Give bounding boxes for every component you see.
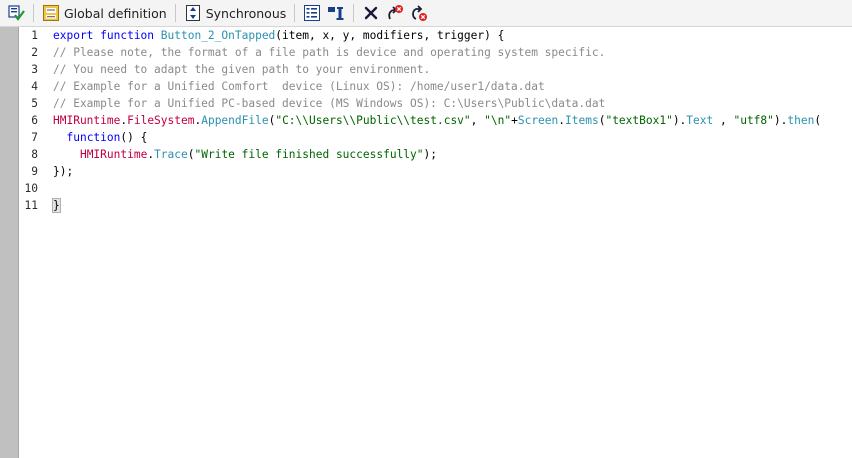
code-token: "C:\\Users\\Public\\test.csv" bbox=[275, 114, 471, 127]
line-number: 10 bbox=[24, 182, 38, 195]
code-token: ( bbox=[187, 148, 195, 161]
code-token: } bbox=[52, 198, 61, 213]
format-code-icon bbox=[304, 5, 321, 21]
code-line[interactable]: } bbox=[52, 197, 61, 214]
line-number: 11 bbox=[24, 199, 38, 212]
format-code-button[interactable] bbox=[300, 2, 324, 24]
close-icon bbox=[365, 6, 378, 20]
code-token: ). bbox=[672, 114, 687, 127]
global-definition-icon bbox=[43, 5, 59, 21]
code-token: // You need to adapt the given path to y… bbox=[53, 63, 431, 76]
check-syntax-button[interactable] bbox=[4, 2, 28, 24]
code-token: }); bbox=[53, 165, 74, 178]
code-line[interactable]: // Please note, the format of a file pat… bbox=[53, 44, 605, 61]
code-token: Text bbox=[686, 114, 714, 127]
code-line[interactable]: HMIRuntime.FileSystem.AppendFile("C:\\Us… bbox=[53, 112, 821, 129]
code-line[interactable]: function() { bbox=[53, 129, 147, 146]
code-line[interactable]: // Example for a Unified PC-based device… bbox=[53, 95, 605, 112]
line-number: 1 bbox=[31, 29, 38, 42]
line-number: 4 bbox=[31, 80, 38, 93]
insert-snippet-button[interactable] bbox=[324, 2, 348, 24]
code-token: ( bbox=[814, 114, 822, 127]
line-number: 3 bbox=[31, 63, 38, 76]
global-definition-button[interactable]: Global definition bbox=[39, 2, 170, 24]
toolbar-separator bbox=[33, 4, 34, 22]
synchronous-icon bbox=[185, 5, 200, 21]
code-token: "Write file finished successfully" bbox=[194, 148, 424, 161]
code-token: . bbox=[558, 114, 566, 127]
code-area[interactable]: export function Button_2_OnTapped(item, … bbox=[43, 27, 852, 458]
code-token: "textBox1" bbox=[605, 114, 673, 127]
synchronous-button[interactable]: Synchronous bbox=[181, 2, 290, 24]
code-token: Button_2_OnTapped bbox=[160, 29, 276, 42]
code-token: HMIRuntime bbox=[79, 148, 148, 161]
check-syntax-icon bbox=[8, 5, 25, 21]
remove-step-button[interactable] bbox=[407, 2, 431, 24]
toolbar-separator bbox=[294, 4, 296, 22]
toolbar-separator bbox=[174, 4, 176, 22]
script-editor-toolbar: Global definition Synchronous bbox=[0, 0, 852, 27]
code-token: (item, x, y, modifiers, trigger) { bbox=[275, 29, 505, 42]
code-line[interactable]: }); bbox=[53, 163, 73, 180]
code-line[interactable]: export function Button_2_OnTapped(item, … bbox=[53, 27, 504, 44]
line-number: 5 bbox=[31, 97, 38, 110]
code-line[interactable]: // You need to adapt the given path to y… bbox=[53, 61, 430, 78]
code-token: Trace bbox=[154, 148, 188, 161]
code-token: export function bbox=[53, 29, 161, 42]
code-token: AppendFile bbox=[201, 114, 269, 127]
code-line[interactable]: HMIRuntime.Trace("Write file finished su… bbox=[53, 146, 437, 163]
clear-breakpoints-button[interactable] bbox=[383, 2, 407, 24]
code-token: // Please note, the format of a file pat… bbox=[53, 46, 606, 59]
code-line[interactable]: // Example for a Unified Comfort device … bbox=[53, 78, 545, 95]
step-remove-icon bbox=[412, 5, 428, 21]
code-token: "utf8" bbox=[733, 114, 774, 127]
code-editor[interactable]: 1 2 3 4 5 6 7 8 9 10 11 export function Button_2_O… bbox=[0, 27, 852, 458]
code-token: // Example for a Unified PC-based device… bbox=[53, 97, 606, 110]
insert-snippet-icon bbox=[328, 7, 344, 20]
code-token: () { bbox=[120, 131, 148, 144]
code-token: Items bbox=[565, 114, 599, 127]
line-number: 8 bbox=[31, 148, 38, 161]
code-token: , bbox=[713, 114, 734, 127]
code-token: Screen bbox=[517, 114, 559, 127]
line-number: 7 bbox=[31, 131, 38, 144]
line-number: 9 bbox=[31, 165, 38, 178]
undo-clear-icon bbox=[388, 5, 404, 20]
code-token: "\n" bbox=[484, 114, 512, 127]
code-token: ). bbox=[773, 114, 788, 127]
line-number: 2 bbox=[31, 46, 38, 59]
toolbar-separator bbox=[353, 4, 355, 22]
line-number: 6 bbox=[31, 114, 38, 127]
code-token: FileSystem bbox=[127, 114, 195, 127]
delete-button[interactable] bbox=[359, 2, 383, 24]
synchronous-label: Synchronous bbox=[205, 5, 287, 21]
code-token: ); bbox=[423, 148, 437, 161]
code-token: then bbox=[787, 114, 815, 127]
breakpoint-margin[interactable] bbox=[0, 27, 19, 458]
code-token: , bbox=[470, 114, 485, 127]
code-token: function bbox=[66, 131, 121, 144]
code-token: HMIRuntime bbox=[53, 114, 121, 127]
code-token: + bbox=[511, 114, 518, 127]
global-definition-label: Global definition bbox=[64, 5, 167, 21]
code-token: // Example for a Unified Comfort device … bbox=[53, 80, 545, 93]
